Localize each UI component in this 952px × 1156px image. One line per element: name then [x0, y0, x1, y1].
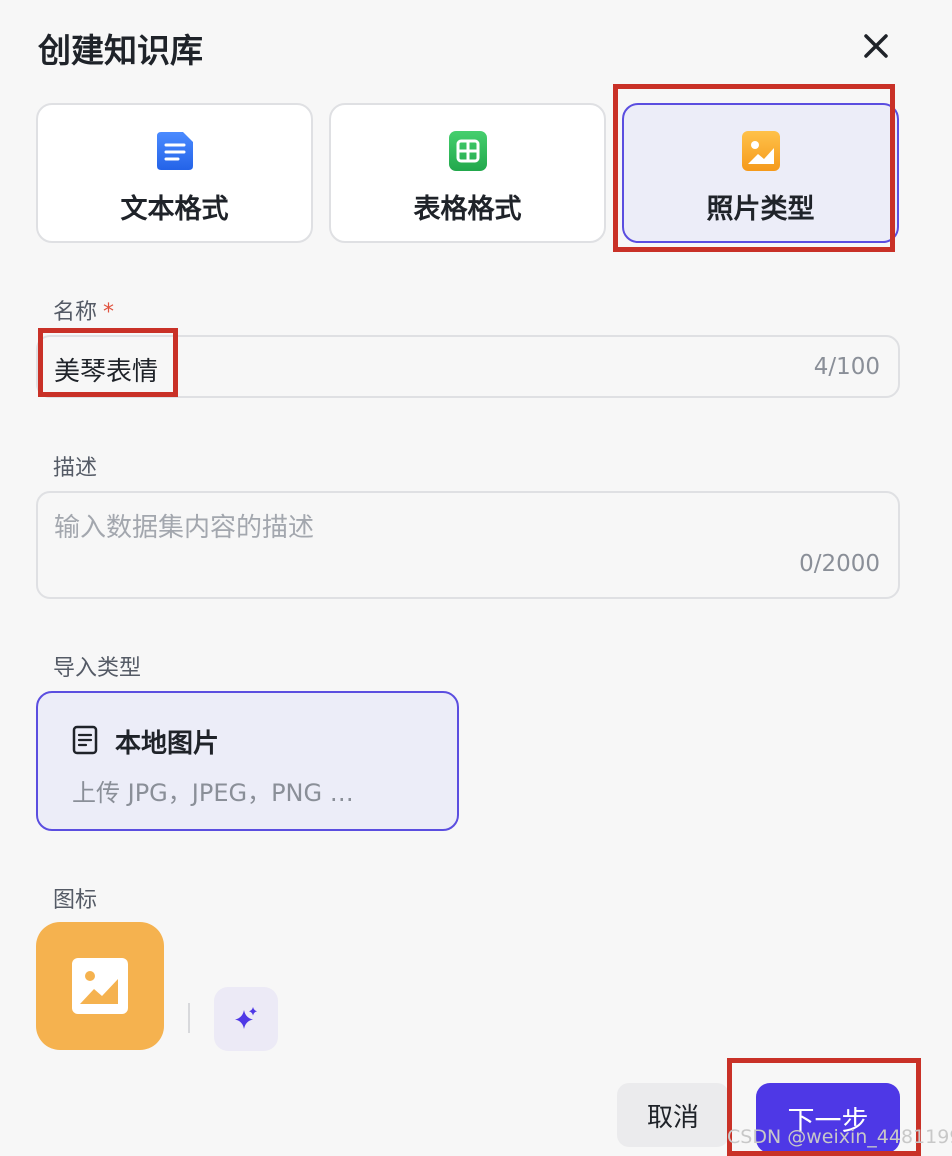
import-option-title: 本地图片	[115, 729, 220, 759]
document-icon	[72, 725, 98, 755]
import-option-local-image[interactable]: 本地图片 上传 JPG，JPEG，PNG …	[36, 691, 459, 831]
import-option-subtitle: 上传 JPG，JPEG，PNG …	[72, 779, 354, 807]
divider	[188, 1003, 190, 1033]
cancel-button[interactable]: 取消	[617, 1083, 729, 1147]
dialog-title: 创建知识库	[38, 31, 203, 70]
table-icon	[448, 131, 487, 171]
name-input[interactable]: 美琴表情 4/100	[36, 335, 900, 398]
create-knowledge-base-dialog: 创建知识库 文本格式 表格格式 照片类型 名称 * 美琴表情 4/100 描述 …	[0, 0, 952, 1156]
watermark: CSDN @weixin_44811994	[727, 1126, 952, 1148]
name-field-label: 名称 *	[53, 300, 115, 325]
format-option-label: 表格格式	[413, 194, 522, 225]
close-button[interactable]	[856, 26, 896, 66]
description-textarea[interactable]: 输入数据集内容的描述 0/2000	[36, 491, 900, 599]
description-field-label: 描述	[53, 456, 98, 481]
text-document-icon	[156, 132, 193, 170]
import-type-label: 导入类型	[53, 656, 142, 681]
sparkle-icon	[235, 1007, 257, 1029]
image-icon	[72, 958, 128, 1014]
format-option-table[interactable]: 表格格式	[329, 103, 606, 243]
close-icon	[864, 34, 888, 58]
image-icon	[741, 131, 780, 171]
format-option-text[interactable]: 文本格式	[36, 103, 313, 243]
ai-generate-icon-button[interactable]	[214, 987, 278, 1051]
format-option-label: 照片类型	[706, 194, 815, 225]
name-char-counter: 4/100	[813, 354, 880, 380]
icon-section-label: 图标	[53, 888, 98, 913]
description-char-counter: 0/2000	[799, 551, 880, 577]
knowledge-base-icon-picker[interactable]	[36, 922, 164, 1050]
required-mark: *	[103, 300, 115, 325]
format-option-label: 文本格式	[120, 194, 229, 225]
name-input-value: 美琴表情	[54, 357, 159, 387]
format-option-photo[interactable]: 照片类型	[622, 103, 899, 243]
description-placeholder: 输入数据集内容的描述	[54, 513, 315, 543]
